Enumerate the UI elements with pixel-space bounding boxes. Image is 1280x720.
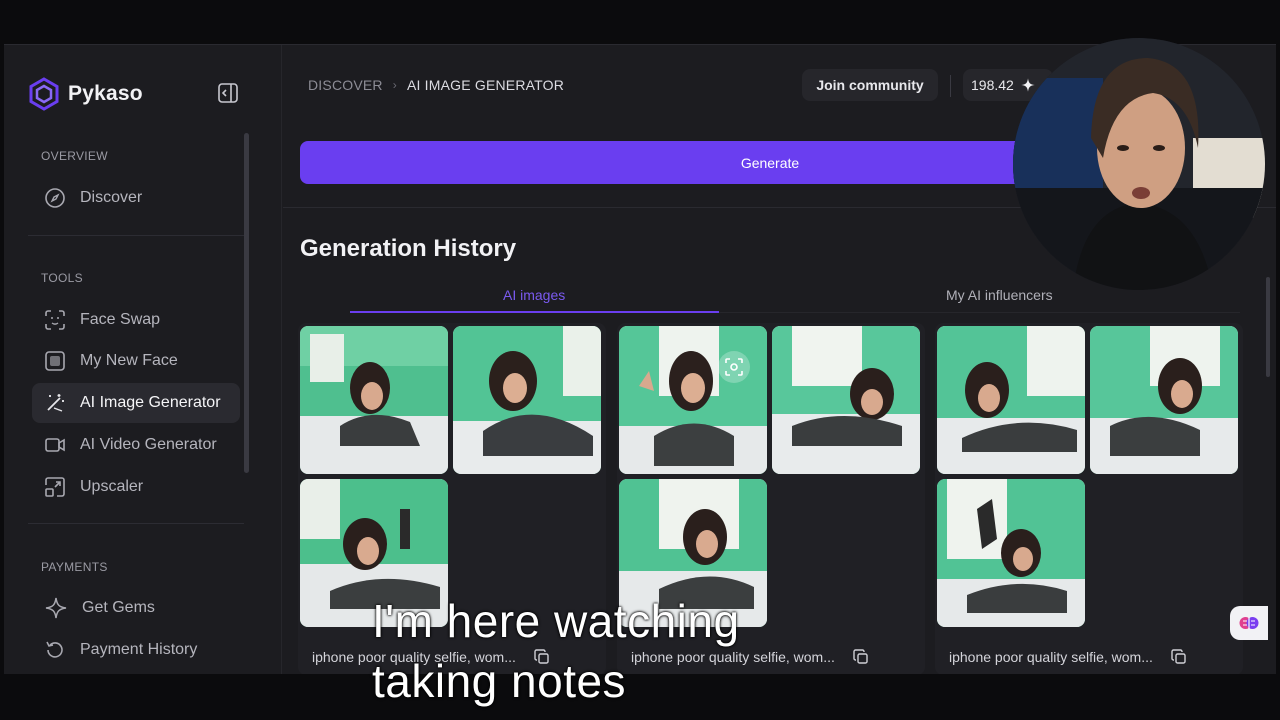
face-grid-icon: [45, 351, 65, 371]
generated-image[interactable]: [453, 326, 601, 474]
sidebar-item-ai-image-generator[interactable]: AI Image Generator: [32, 383, 240, 423]
magic-wand-icon: [47, 394, 64, 412]
generated-image[interactable]: [772, 326, 920, 474]
logo[interactable]: Pykaso: [28, 77, 143, 111]
generation-history-title: Generation History: [300, 235, 517, 262]
presenter-video: [1013, 38, 1265, 290]
sidebar-divider: [28, 523, 244, 524]
generated-image[interactable]: [300, 326, 448, 474]
collapse-sidebar-button[interactable]: [217, 82, 239, 104]
tab-ai-images[interactable]: AI images: [503, 287, 565, 303]
copy-icon[interactable]: [1171, 649, 1187, 665]
video-caption-line: taking notes: [372, 655, 627, 707]
compass-icon: [45, 188, 65, 208]
sparkle-icon: [1021, 78, 1035, 92]
section-label-overview: OVERVIEW: [41, 149, 108, 163]
prompt-text: iphone poor quality selfie, wom...: [631, 649, 835, 665]
sidebar-item-get-gems[interactable]: Get Gems: [32, 588, 240, 628]
header-divider: [950, 75, 951, 97]
sidebar-item-label: Face Swap: [80, 311, 161, 328]
assistant-widget-button[interactable]: [1230, 606, 1268, 640]
face-scan-overlay-button[interactable]: [718, 351, 750, 383]
breadcrumb-current: AI IMAGE GENERATOR: [406, 77, 565, 93]
sidebar-item-label: Payment History: [80, 641, 198, 658]
brain-icon: [1239, 617, 1259, 629]
sidebar-item-face-swap[interactable]: Face Swap: [32, 300, 240, 340]
face-scan-icon: [45, 310, 65, 330]
sidebar-item-label: AI Video Generator: [80, 436, 217, 453]
webcam-overlay: [1013, 38, 1265, 290]
join-community-button[interactable]: Join community: [802, 69, 938, 101]
prompt-row: iphone poor quality selfie, wom...: [949, 649, 1187, 665]
breadcrumb-discover-link[interactable]: DISCOVER: [308, 77, 383, 93]
sidebar-scrollbar[interactable]: [244, 133, 249, 473]
sidebar-item-label: Get Gems: [82, 599, 155, 616]
sidebar-divider: [28, 235, 244, 236]
history-icon: [46, 641, 63, 658]
copy-icon[interactable]: [853, 649, 869, 665]
face-scan-icon: [725, 358, 743, 376]
logo-text: Pykaso: [68, 82, 143, 105]
sparkle-icon: [45, 597, 67, 619]
main-scrollbar[interactable]: [1266, 277, 1270, 377]
prompt-row: iphone poor quality selfie, wom...: [631, 649, 869, 665]
tab-my-ai-influencers[interactable]: My AI influencers: [946, 287, 1053, 303]
sidebar-collapse-icon: [218, 83, 238, 103]
generated-image[interactable]: [937, 326, 1085, 474]
video-letterbox-top: [0, 0, 1280, 44]
generated-image[interactable]: [937, 479, 1085, 627]
sidebar-item-label: AI Image Generator: [80, 394, 221, 411]
breadcrumb-separator: ›: [392, 78, 397, 92]
sidebar-item-upscaler[interactable]: Upscaler: [32, 467, 240, 507]
sidebar-item-ai-video-generator[interactable]: AI Video Generator: [32, 425, 240, 465]
sidebar-item-label: My New Face: [80, 352, 178, 369]
video-camera-icon: [45, 438, 65, 452]
video-letterbox-bottom: [0, 674, 1280, 720]
active-tab-indicator: [350, 311, 719, 313]
breadcrumb: DISCOVER › AI IMAGE GENERATOR: [308, 77, 564, 93]
sidebar: Pykaso OVERVIEW Discover TOOLS Face Swap…: [4, 45, 282, 674]
upscale-icon: [45, 477, 65, 497]
video-caption-line: I'm here watching: [372, 595, 740, 647]
section-label-payments: PAYMENTS: [41, 560, 108, 574]
sidebar-item-label: Upscaler: [80, 478, 144, 495]
gems-value: 198.42: [971, 77, 1014, 93]
sidebar-item-my-new-face[interactable]: My New Face: [32, 341, 240, 381]
sidebar-item-label: Discover: [80, 189, 143, 206]
section-label-tools: TOOLS: [41, 271, 83, 285]
prompt-text: iphone poor quality selfie, wom...: [949, 649, 1153, 665]
sidebar-item-payment-history[interactable]: Payment History: [32, 630, 240, 670]
pykaso-logo-icon: [29, 77, 59, 111]
sidebar-item-discover[interactable]: Discover: [32, 178, 240, 218]
generated-image[interactable]: [1090, 326, 1238, 474]
generated-image[interactable]: [619, 326, 767, 474]
